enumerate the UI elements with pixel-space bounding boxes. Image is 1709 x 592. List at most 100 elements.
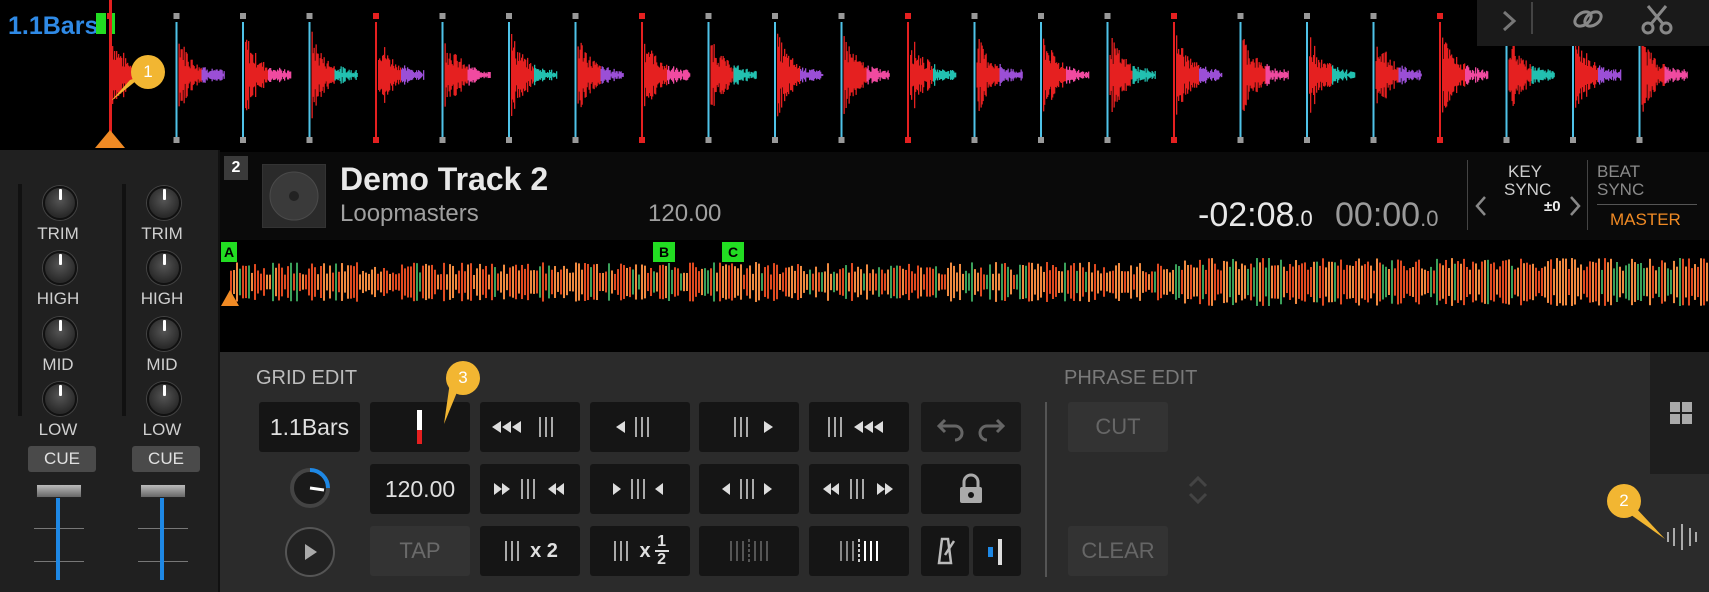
- overview-bar: [1577, 267, 1579, 297]
- double-grid-button[interactable]: x 2: [480, 526, 580, 576]
- overview-bar: [1565, 258, 1567, 306]
- overview-bar: [1355, 261, 1357, 303]
- overview-bar: [1382, 264, 1384, 300]
- shift-grid-left-fast-button[interactable]: [480, 402, 580, 452]
- overview-bar: [923, 274, 925, 290]
- overview-bar: [1256, 258, 1258, 306]
- overview-bar: [1085, 271, 1087, 293]
- waveform-bar: [1553, 72, 1555, 78]
- expand-grid-button[interactable]: [480, 464, 580, 514]
- overview-bar: [446, 274, 448, 290]
- tempo-knob[interactable]: [288, 466, 332, 510]
- overview-bar: [689, 262, 691, 302]
- overview-bar: [728, 265, 730, 299]
- halve-grid-button[interactable]: x 1 2: [590, 526, 690, 576]
- fader-handle[interactable]: [140, 484, 186, 498]
- beat-sync-panel[interactable]: BEAT SYNC MASTER: [1587, 160, 1700, 230]
- grid-align-icon: [730, 539, 768, 563]
- overview-bar: [1013, 274, 1015, 290]
- overview-bar: [953, 265, 955, 299]
- waveform-bar: [622, 73, 624, 77]
- overview-bar: [1445, 259, 1447, 305]
- grid-align-dim-button[interactable]: [699, 526, 799, 576]
- overview-bar: [242, 265, 244, 299]
- overview-bar: [938, 273, 940, 291]
- shift-grid-right-button[interactable]: [699, 402, 799, 452]
- tap-button[interactable]: TAP: [370, 526, 470, 576]
- channel-fader-1[interactable]: [17, 150, 101, 592]
- grid-lock-button[interactable]: [921, 464, 1021, 514]
- grid-view-icon[interactable]: [1668, 400, 1694, 426]
- beat-indicator-button[interactable]: [973, 526, 1021, 576]
- beat-tick-marker: [639, 137, 645, 143]
- overview-bar: [824, 271, 826, 293]
- overview-bar: [1154, 271, 1156, 293]
- grid-align-button[interactable]: [809, 526, 909, 576]
- fader-handle[interactable]: [36, 484, 82, 498]
- cut-button[interactable]: CUT: [1068, 402, 1168, 452]
- key-down-icon[interactable]: [1474, 194, 1488, 218]
- link-icon[interactable]: [1570, 2, 1606, 36]
- overview-bar: [1358, 258, 1360, 306]
- shrink-grid-button[interactable]: [590, 464, 690, 514]
- narrow-grid-fast-button[interactable]: [809, 464, 909, 514]
- bpm-input[interactable]: 120.00: [370, 464, 470, 514]
- master-button[interactable]: MASTER: [1610, 210, 1681, 230]
- overview-bar: [1361, 265, 1363, 299]
- overview-bar: [401, 264, 403, 300]
- overview-bar: [656, 272, 658, 292]
- waveform-bar: [888, 73, 890, 77]
- waveform-zoom-icon[interactable]: [1664, 522, 1700, 552]
- overview-bar: [383, 268, 385, 296]
- overview-bar: [545, 273, 547, 291]
- undo-button[interactable]: [921, 402, 1021, 452]
- overview-bar: [548, 265, 550, 299]
- overview-bar: [1100, 273, 1102, 291]
- hot-cue-b[interactable]: B: [653, 242, 675, 262]
- overview-bar: [1223, 260, 1225, 304]
- widen-icon: [722, 479, 772, 499]
- overview-bar: [257, 270, 259, 294]
- shift-grid-left-button[interactable]: [590, 402, 690, 452]
- overview-bar: [611, 270, 613, 294]
- beat-tick-marker: [439, 137, 446, 143]
- overview-bar: [470, 263, 472, 301]
- overview-waveform[interactable]: [220, 240, 1709, 352]
- overview-bar: [1649, 258, 1651, 306]
- overview-bar: [1049, 270, 1051, 294]
- overview-bar: [1136, 266, 1138, 298]
- overview-bar: [386, 270, 388, 294]
- overview-bar: [1103, 267, 1105, 297]
- lock-icon: [960, 473, 982, 503]
- widen-grid-button[interactable]: [699, 464, 799, 514]
- overview-bar: [413, 262, 415, 302]
- hot-cue-a[interactable]: A: [221, 242, 237, 262]
- key-sync-panel: KEY SYNC ±0: [1467, 160, 1588, 230]
- overview-bar: [1583, 270, 1585, 294]
- overview-bar: [1376, 258, 1378, 306]
- overview-bar: [1454, 263, 1456, 301]
- zoomed-waveform[interactable]: [0, 0, 1709, 150]
- scissors-icon[interactable]: [1640, 2, 1674, 36]
- beat-tick-marker: [506, 13, 512, 19]
- play-button[interactable]: [284, 526, 336, 578]
- overview-bar: [1595, 262, 1597, 302]
- metronome-button[interactable]: [921, 526, 969, 576]
- shift-grid-right-fast-button[interactable]: [809, 402, 909, 452]
- clear-button[interactable]: CLEAR: [1068, 526, 1168, 576]
- overview-bar: [671, 269, 673, 295]
- overview-bar: [1499, 266, 1501, 298]
- overview-bar: [500, 271, 502, 293]
- overview-bar: [1187, 264, 1189, 300]
- channel-fader-2[interactable]: [121, 150, 205, 592]
- overview-bar: [1172, 269, 1174, 295]
- overview-bar: [488, 274, 490, 290]
- key-up-icon[interactable]: [1568, 194, 1582, 218]
- bar-position-label: 1.1Bars: [8, 12, 99, 40]
- overview-bar: [1688, 258, 1690, 306]
- waveform-bar: [1420, 73, 1422, 77]
- overview-bar: [1373, 270, 1375, 294]
- hot-cue-c[interactable]: C: [722, 242, 744, 262]
- overview-bar: [1004, 263, 1006, 301]
- chevron-right-icon[interactable]: [1494, 6, 1524, 36]
